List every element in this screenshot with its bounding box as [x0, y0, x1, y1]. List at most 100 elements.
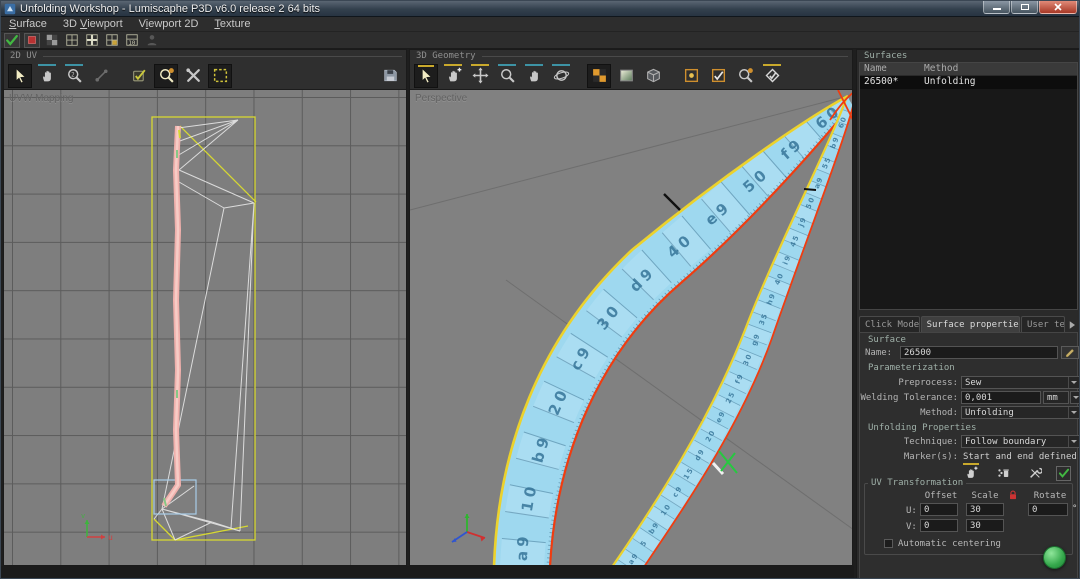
u-scale-input[interactable]: [966, 503, 1004, 516]
tab-surface-properties[interactable]: Surface properties: [921, 316, 1020, 332]
uv-wireframe-canvas[interactable]: u v: [4, 90, 406, 565]
chevron-down-icon: [1068, 436, 1079, 447]
surfaces-list[interactable]: Name Method 26500* Unfolding: [859, 62, 1078, 310]
marquee-icon: [212, 67, 229, 84]
geo-orbit-tool-button[interactable]: [549, 64, 573, 88]
grid-ten-button[interactable]: [124, 33, 140, 48]
minimize-icon: [993, 8, 1001, 10]
v-offset-input[interactable]: [920, 519, 958, 532]
edit-markers-button[interactable]: [1024, 463, 1046, 483]
stop-button[interactable]: [24, 33, 40, 48]
geo-texture-view-button[interactable]: [587, 64, 611, 88]
tab-user-text[interactable]: User text:: [1021, 316, 1065, 332]
checker-display-button[interactable]: [44, 33, 60, 48]
method-select[interactable]: Unfolding: [961, 406, 1080, 419]
uv-zoom-tool-button[interactable]: [62, 64, 86, 88]
geo-viewport-label: Perspective: [415, 93, 467, 104]
geo-check-mode-button[interactable]: [706, 64, 730, 88]
geo-finalize-button[interactable]: [760, 64, 784, 88]
grid-corner-button[interactable]: [104, 33, 120, 48]
uv-pan-tool-button[interactable]: [35, 64, 59, 88]
geo-scene-canvas[interactable]: a9 10 b9 20 c9 30 d9 40 e9 50 f9 60 g9 8…: [410, 90, 852, 565]
minimize-button[interactable]: [983, 1, 1010, 14]
u-row-label: U:: [906, 506, 917, 516]
geo-pick-tool-button[interactable]: [441, 64, 465, 88]
auto-centering-checkbox[interactable]: [884, 539, 893, 548]
uv-validate-button[interactable]: [127, 64, 151, 88]
scale-column-label: Scale: [966, 491, 1004, 501]
uv-marquee-button[interactable]: [208, 64, 232, 88]
preprocess-select[interactable]: Sew: [961, 376, 1080, 389]
rotate-input[interactable]: [1028, 503, 1068, 516]
move-icon: [472, 67, 489, 84]
menu-item-surface[interactable]: Surface: [1, 17, 55, 32]
strip-right[interactable]: a9 5 b9 10 c9 15 d9 20 e9 25 f9 30 g9 35…: [612, 96, 852, 565]
uv-seam-strip[interactable]: [164, 126, 180, 506]
menu-item-3d-viewport[interactable]: 3D Viewport: [55, 17, 131, 32]
grid-display-button[interactable]: [64, 33, 80, 48]
titlebar[interactable]: Unfolding Workshop - Lumiscaphe P3D v6.0…: [1, 1, 1080, 17]
uv-shape[interactable]: [152, 117, 256, 540]
unfolding-properties-group-label: Unfolding Properties: [868, 423, 976, 433]
tab-click-mode[interactable]: Click Mode: [859, 316, 920, 332]
svg-text:v: v: [81, 512, 85, 520]
rename-button[interactable]: [1061, 346, 1079, 359]
markers-valid-checkbox[interactable]: [1056, 466, 1071, 481]
column-method[interactable]: Method: [922, 63, 1077, 75]
magnifier-icon: [499, 67, 516, 84]
uv-save-button[interactable]: [378, 64, 402, 88]
check-icon: [5, 33, 19, 47]
geo-pan-tool-button[interactable]: [522, 64, 546, 88]
geo-select-tool-button[interactable]: [414, 64, 438, 88]
markers-label: Marker(s):: [860, 452, 958, 462]
uv-viewport[interactable]: u v UVW Mapping: [4, 90, 406, 565]
uv-tools-button[interactable]: [181, 64, 205, 88]
geo-viewport[interactable]: a9 10 b9 20 c9 30 d9 40 e9 50 f9 60 g9 8…: [410, 90, 852, 565]
menu-item-viewport-2d[interactable]: Viewport 2D: [131, 17, 207, 32]
geo-move-tool-button[interactable]: [468, 64, 492, 88]
stop-icon: [25, 33, 39, 47]
lock-icon[interactable]: [1007, 489, 1019, 501]
pencil-icon: [1064, 347, 1076, 359]
welding-unit-box[interactable]: mm: [1043, 391, 1069, 404]
uv-viewport-label: UVW Mapping: [9, 93, 73, 104]
tools-icon: [185, 67, 202, 84]
uv-transform-tool-button[interactable]: [89, 64, 113, 88]
grid-corner-icon: [105, 33, 119, 47]
technique-select[interactable]: Follow boundary: [961, 435, 1080, 448]
welding-tolerance-input[interactable]: [961, 391, 1041, 404]
welding-unit-select[interactable]: [1070, 391, 1080, 404]
magnifier-gear-icon: [158, 67, 175, 84]
technique-label: Technique:: [860, 437, 958, 447]
menu-item-texture[interactable]: Texture: [206, 17, 258, 32]
table-row[interactable]: 26500* Unfolding: [860, 76, 1077, 89]
v-scale-input[interactable]: [966, 519, 1004, 532]
uv-select-tool-button[interactable]: [8, 64, 32, 88]
properties-tabs: Click Mode Surface properties User text:: [859, 315, 1078, 332]
preprocess-label: Preprocess:: [860, 378, 958, 388]
u-offset-input[interactable]: [920, 503, 958, 516]
surface-properties-pane: Surface Name: Parameterization Preproces…: [859, 332, 1078, 579]
geo-marker-mode-button[interactable]: [679, 64, 703, 88]
grid-cross-button[interactable]: [84, 33, 100, 48]
chevron-down-icon: [1068, 407, 1079, 418]
geo-zoom-tool-button[interactable]: [495, 64, 519, 88]
tabs-overflow-button[interactable]: [1066, 318, 1078, 332]
delete-markers-button[interactable]: [992, 463, 1014, 483]
strip-left[interactable]: a9 10 b9 20 c9 30 d9 40 e9 50 f9 60 g9 8…: [410, 90, 852, 565]
surface-name-input[interactable]: [900, 346, 1058, 359]
maximize-button[interactable]: [1011, 1, 1038, 14]
user-button[interactable]: [144, 33, 160, 48]
geo-solid-view-button[interactable]: [641, 64, 665, 88]
geo-inspect-button[interactable]: [733, 64, 757, 88]
magnifier-icon: [66, 67, 83, 84]
column-name[interactable]: Name: [860, 63, 922, 75]
close-button[interactable]: [1039, 1, 1077, 14]
cursor-icon: [12, 67, 29, 84]
notification-badge[interactable]: [1043, 546, 1066, 569]
geo-shading-view-button[interactable]: [614, 64, 638, 88]
app-icon: [4, 3, 16, 15]
uv-inspect-button[interactable]: [154, 64, 178, 88]
degree-suffix: °: [1072, 504, 1077, 514]
validate-button[interactable]: [4, 33, 20, 48]
